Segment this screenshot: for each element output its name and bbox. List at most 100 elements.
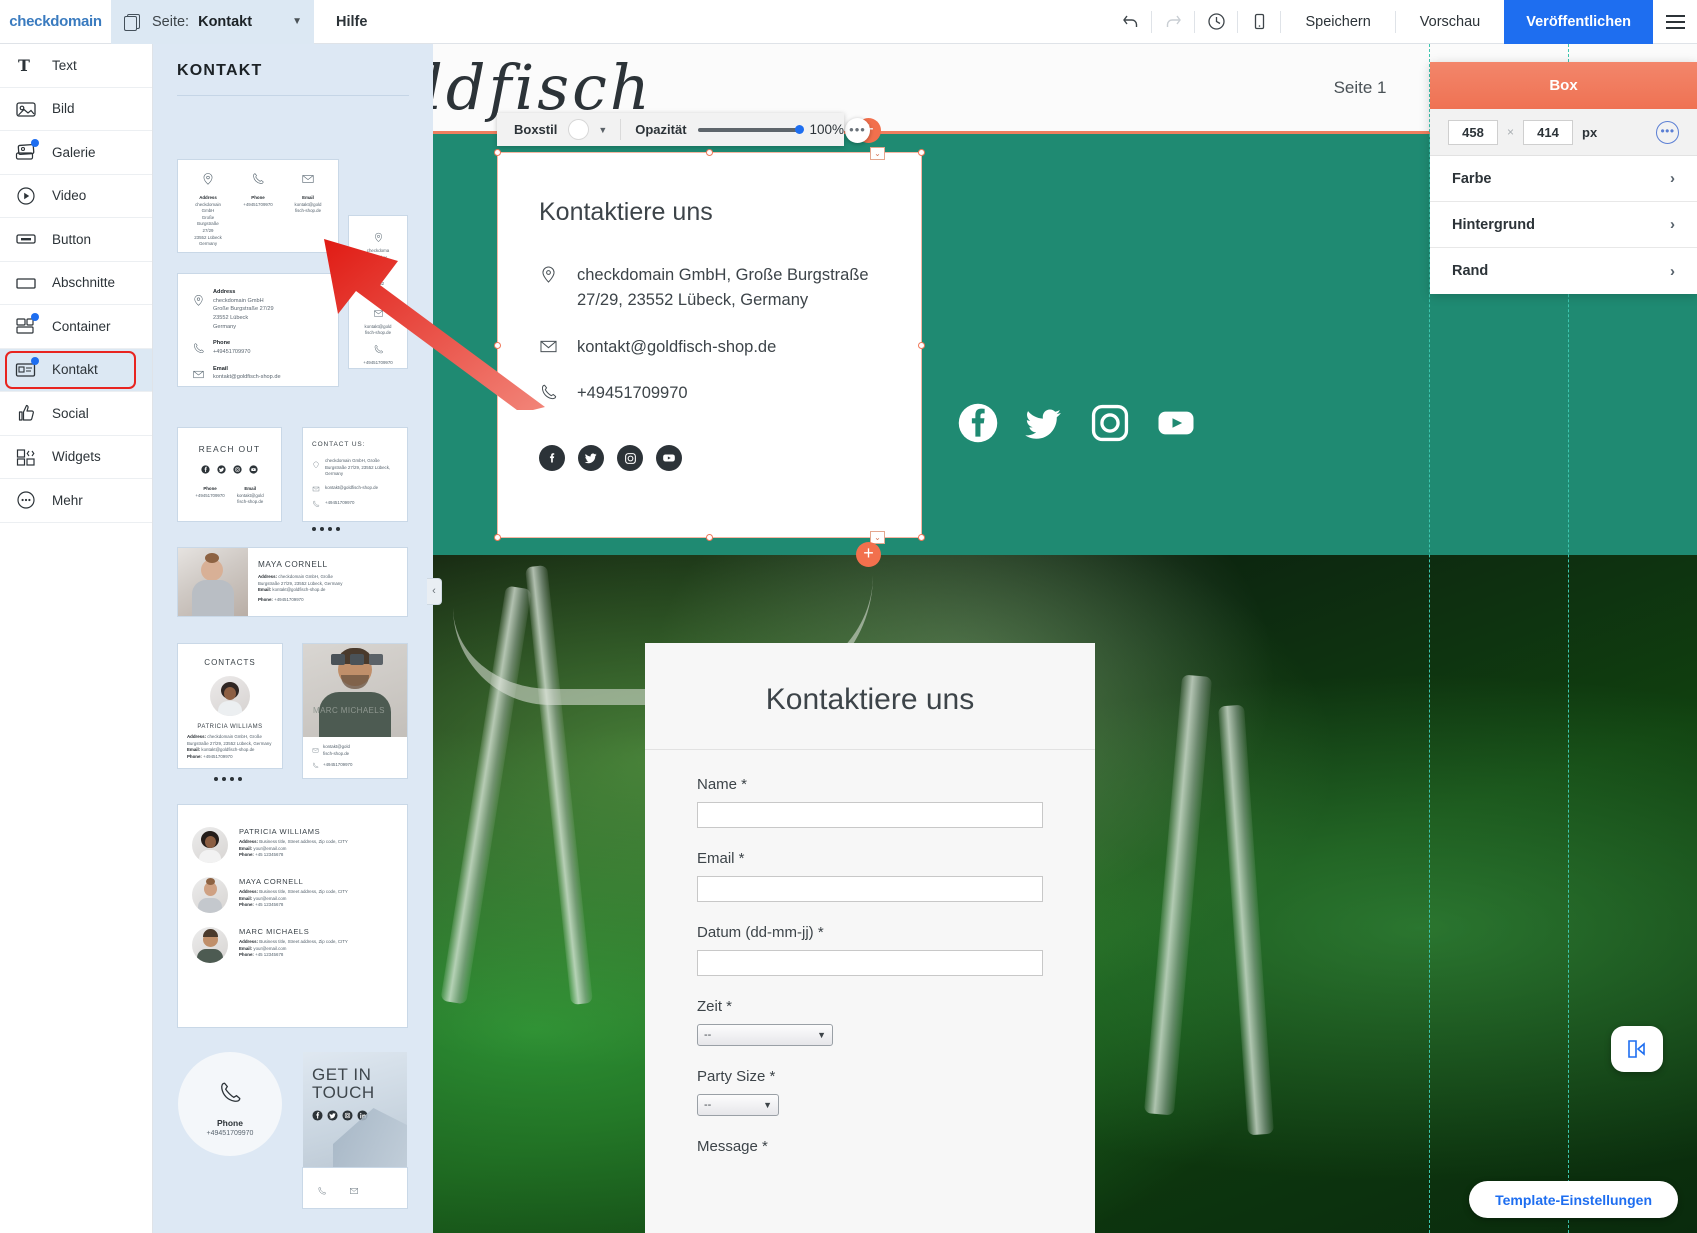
template-card-reach-out[interactable]: REACH OUT Phone+49451709970 Emailkontakt… [178, 428, 281, 521]
template-card-3col[interactable]: Address checkdomainGmbHGroßeBurgstraße27… [178, 160, 338, 252]
resize-handle-tc[interactable] [706, 149, 713, 156]
undo-icon[interactable] [1109, 0, 1151, 44]
box-panel-row-rand[interactable]: Rand › [1430, 248, 1697, 294]
box-panel-row-hintergrund[interactable]: Hintergrund › [1430, 202, 1697, 248]
label: Email: [239, 946, 252, 951]
boxstil-color-swatch[interactable] [568, 119, 589, 140]
edit-page-icon[interactable] [1611, 1026, 1663, 1072]
sidebar-item-text[interactable]: T Text [0, 44, 152, 88]
template-card-maya[interactable]: MAYA CORNELL Address: checkdomain GmbH, … [178, 548, 407, 616]
boxstil-toolbar[interactable]: Boxstil ▼ Opazität 100% [497, 113, 844, 146]
email-input[interactable] [697, 876, 1043, 902]
twitter-icon [217, 465, 226, 474]
help-button[interactable]: Hilfe [314, 0, 389, 44]
resize-handle-mr[interactable] [918, 342, 925, 349]
collapse-panel-icon[interactable]: ‹ [427, 578, 442, 605]
label: Email [244, 486, 256, 491]
page-selector-label: Seite: [152, 14, 189, 30]
twitter-icon[interactable] [578, 445, 604, 471]
width-input[interactable]: 458 [1448, 120, 1498, 145]
height-input[interactable]: 414 [1523, 120, 1573, 145]
resize-handle-ml[interactable] [494, 342, 501, 349]
instagram-icon[interactable] [617, 445, 643, 471]
photo-section[interactable]: Kontaktiere uns Name * Email * Datum (dd… [433, 555, 1697, 1233]
resize-handle-bl[interactable] [494, 534, 501, 541]
contact-template-panel: KONTAKT Address checkdomainGmbHGroßeBurg… [153, 44, 433, 1233]
phone-icon [312, 762, 319, 769]
facebook-icon [201, 465, 210, 474]
carousel-dots[interactable] [312, 518, 407, 536]
template-card-partial[interactable] [303, 1168, 407, 1208]
resize-handle-bc[interactable] [706, 534, 713, 541]
value: +49451709970 [195, 493, 224, 498]
time-select[interactable]: -- ▼ [697, 1024, 833, 1046]
sidebar-item-button[interactable]: Button [0, 218, 152, 262]
carousel-dots[interactable] [178, 768, 282, 786]
sidebar-item-container[interactable]: Container [0, 305, 152, 349]
facebook-icon[interactable] [539, 445, 565, 471]
template-settings-button[interactable]: Template-Einstellungen [1469, 1181, 1678, 1218]
instagram-icon[interactable] [1089, 402, 1131, 444]
contact-form-card[interactable]: Kontaktiere uns Name * Email * Datum (dd… [645, 643, 1095, 1233]
envelope-icon [312, 747, 319, 754]
sidebar-item-abschnitte[interactable]: Abschnitte [0, 262, 152, 306]
sidebar-item-label: Kontakt [52, 362, 98, 377]
element-options-icon[interactable]: ••• [845, 118, 870, 143]
resize-handle-tl[interactable] [494, 149, 501, 156]
contact-social-row [497, 445, 921, 471]
party-size-select[interactable]: -- ▼ [697, 1094, 779, 1116]
template-card-stacked[interactable]: Addresscheckdomain GmbHGroße Burgstraße … [178, 274, 338, 386]
youtube-icon[interactable] [656, 445, 682, 471]
sidebar-item-social[interactable]: Social [0, 392, 152, 436]
sidebar-item-bild[interactable]: Bild [0, 88, 152, 132]
hamburger-menu-icon[interactable] [1653, 0, 1697, 44]
sidebar-item-mehr[interactable]: Mehr [0, 479, 152, 523]
page-selector[interactable]: Seite: Kontakt ▼ [111, 0, 314, 44]
box-panel-row-farbe[interactable]: Farbe › [1430, 156, 1697, 202]
contact-box-element[interactable]: Kontaktiere uns checkdomain GmbH, Große … [497, 152, 921, 538]
instagram-icon [342, 1110, 353, 1121]
template-list[interactable]: Address checkdomainGmbHGroßeBurgstraße27… [153, 108, 433, 1208]
template-card-contact-us[interactable]: CONTACT US: checkdomain GmbH, GroßeBurgs… [303, 428, 407, 521]
sidebar-item-kontakt[interactable]: Kontakt [0, 349, 152, 393]
name-input[interactable] [697, 802, 1043, 828]
chevron-down-icon[interactable]: ▼ [598, 125, 607, 135]
save-button[interactable]: Speichern [1281, 0, 1394, 44]
mobile-preview-icon[interactable] [1238, 0, 1280, 44]
template-card-team-list[interactable]: PATRICIA WILLIAMS Address: Business titl… [178, 805, 407, 1027]
sidebar-item-galerie[interactable]: Galerie [0, 131, 152, 175]
opacity-slider-knob[interactable] [795, 125, 804, 134]
sidebar-item-label: Widgets [52, 449, 101, 464]
resize-handle-tr[interactable] [918, 149, 925, 156]
element-collapse-top[interactable]: ⌄ [870, 147, 885, 160]
template-card-vertical[interactable]: checkdomain GmbHGroßeBurgstraße27/292355… [349, 216, 407, 368]
row-label: Hintergrund [1452, 217, 1535, 233]
contact-email-row: kontakt@goldfisch-shop.de [497, 335, 921, 361]
value: checkdomain GmbH, GroßeBurgstraße 27/29,… [325, 458, 390, 478]
nav-link-seite-1[interactable]: Seite 1 [1334, 78, 1387, 98]
sidebar-item-widgets[interactable]: Widgets [0, 436, 152, 480]
checkdomain-logo[interactable]: checkdomain [0, 0, 111, 44]
resize-handle-br[interactable] [918, 534, 925, 541]
history-clock-icon[interactable] [1195, 0, 1237, 44]
youtube-icon[interactable] [1155, 402, 1197, 444]
template-card-contacts[interactable]: CONTACTS PATRICIA WILLIAMS Address: chec… [178, 644, 282, 768]
sidebar-item-video[interactable]: Video [0, 175, 152, 219]
more-options-icon[interactable]: ••• [1656, 121, 1679, 144]
opacity-slider[interactable] [698, 128, 802, 132]
redo-icon[interactable] [1152, 0, 1194, 44]
twitter-icon[interactable] [1023, 402, 1065, 444]
value: +45 12345678 [255, 952, 283, 957]
preview-button[interactable]: Vorschau [1396, 0, 1504, 44]
contact-phone-row: +49451709970 [497, 381, 921, 407]
envelope-icon [539, 337, 561, 361]
person-photo [210, 676, 250, 716]
person-name: MARC MICHAELS [239, 927, 348, 936]
facebook-icon[interactable] [957, 402, 999, 444]
date-input[interactable] [697, 950, 1043, 976]
add-section-icon[interactable]: + [856, 542, 881, 567]
template-card-phone-circle[interactable]: Phone +49451709970 [178, 1052, 282, 1156]
template-card-marc-photo[interactable]: MARC MICHAELS kontakt@goldfisch-shop.de … [303, 644, 407, 778]
publish-button[interactable]: Veröffentlichen [1504, 0, 1653, 44]
label: Phone: [239, 902, 254, 907]
